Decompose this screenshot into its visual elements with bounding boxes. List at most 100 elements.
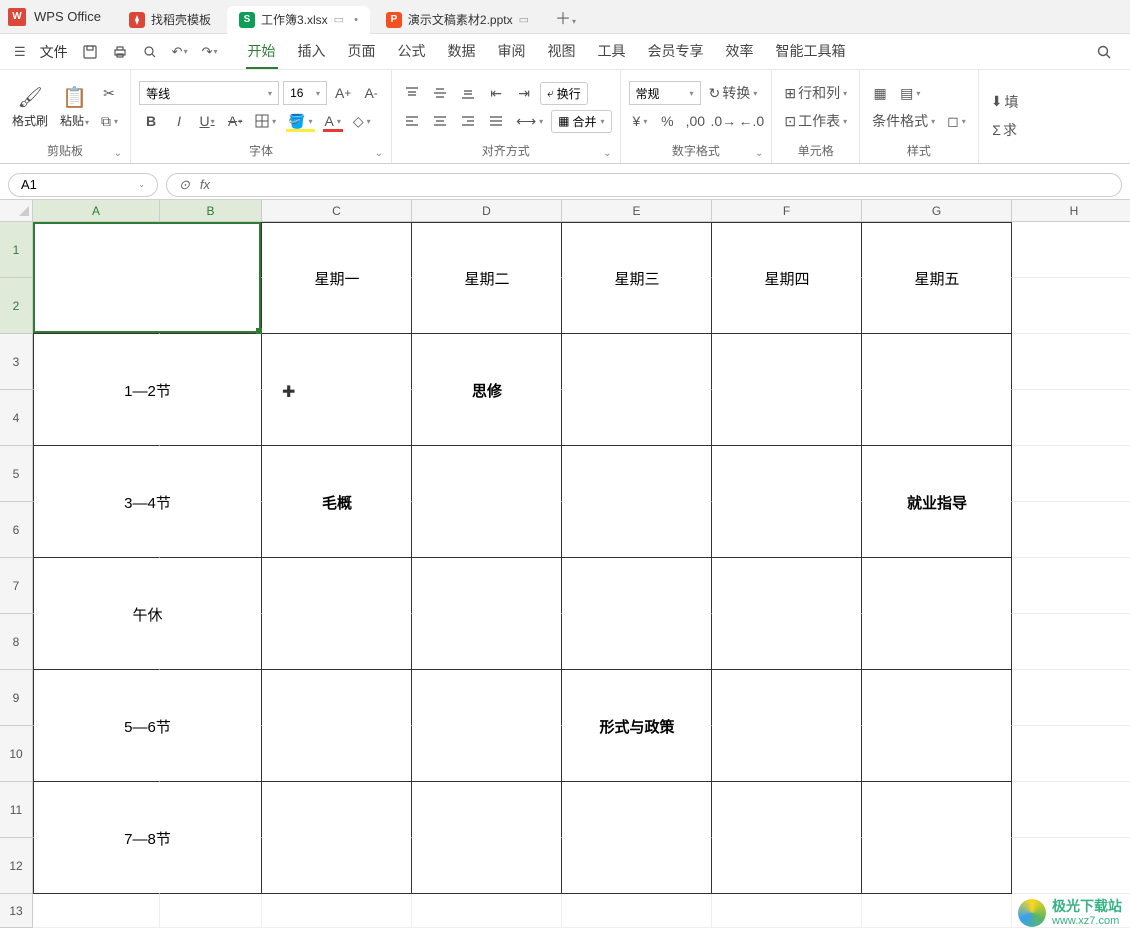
cell[interactable] bbox=[862, 894, 1012, 928]
cell[interactable] bbox=[33, 894, 160, 928]
menu-item-3[interactable]: 公式 bbox=[396, 35, 428, 69]
close-icon[interactable]: • bbox=[354, 14, 358, 26]
cell[interactable] bbox=[1012, 222, 1130, 278]
row-header-6[interactable]: 6 bbox=[0, 502, 33, 558]
convert-button[interactable]: ↻转换▾ bbox=[705, 81, 762, 105]
col-header-E[interactable]: E bbox=[562, 200, 712, 222]
col-header-A[interactable]: A bbox=[33, 200, 160, 222]
cell[interactable] bbox=[33, 334, 160, 390]
row-header-9[interactable]: 9 bbox=[0, 670, 33, 726]
cell[interactable] bbox=[412, 222, 562, 278]
col-header-G[interactable]: G bbox=[862, 200, 1012, 222]
row-header-2[interactable]: 2 bbox=[0, 278, 33, 334]
menu-item-4[interactable]: 数据 bbox=[446, 35, 478, 69]
cell[interactable] bbox=[33, 614, 160, 670]
underline-icon[interactable]: U▾ bbox=[195, 109, 219, 133]
cell[interactable] bbox=[862, 222, 1012, 278]
undo-icon[interactable]: ↶▾ bbox=[166, 40, 194, 64]
cell[interactable] bbox=[1012, 726, 1130, 782]
spreadsheet-grid[interactable]: ABCDEFGH 12345678910111213 星期一星期二星期三星期四星… bbox=[0, 200, 1130, 940]
number-format-select[interactable]: 常规▾ bbox=[629, 81, 701, 105]
cell[interactable] bbox=[862, 670, 1012, 726]
cell[interactable] bbox=[1012, 278, 1130, 334]
expand-icon[interactable]: ⌄ bbox=[375, 148, 383, 159]
menu-item-2[interactable]: 页面 bbox=[346, 35, 378, 69]
cell[interactable] bbox=[712, 558, 862, 614]
align-bottom-icon[interactable] bbox=[456, 81, 480, 105]
cell[interactable] bbox=[262, 894, 412, 928]
cell[interactable] bbox=[712, 334, 862, 390]
cell[interactable] bbox=[412, 390, 562, 446]
menu-item-7[interactable]: 工具 bbox=[596, 35, 628, 69]
cell[interactable] bbox=[562, 670, 712, 726]
preview-icon[interactable] bbox=[136, 40, 164, 64]
cell[interactable] bbox=[412, 502, 562, 558]
cell[interactable] bbox=[262, 726, 412, 782]
expand-icon[interactable]: ⌄ bbox=[114, 148, 122, 159]
row-header-8[interactable]: 8 bbox=[0, 614, 33, 670]
menu-item-1[interactable]: 插入 bbox=[296, 35, 328, 69]
decrease-decimal-icon[interactable]: ←.0 bbox=[739, 109, 763, 133]
cell[interactable] bbox=[712, 670, 862, 726]
bold-icon[interactable]: B bbox=[139, 109, 163, 133]
cell[interactable] bbox=[1012, 390, 1130, 446]
cell[interactable] bbox=[160, 502, 262, 558]
cell[interactable] bbox=[562, 334, 712, 390]
row-header-11[interactable]: 11 bbox=[0, 782, 33, 838]
cell[interactable] bbox=[412, 726, 562, 782]
cell[interactable] bbox=[712, 446, 862, 502]
col-header-C[interactable]: C bbox=[262, 200, 412, 222]
cell[interactable] bbox=[160, 334, 262, 390]
increase-indent-icon[interactable]: ⇥ bbox=[512, 81, 536, 105]
row-header-1[interactable]: 1 bbox=[0, 222, 33, 278]
cell[interactable] bbox=[160, 838, 262, 894]
comma-icon[interactable]: ,00 bbox=[683, 109, 707, 133]
print-icon[interactable] bbox=[106, 40, 134, 64]
cell[interactable] bbox=[562, 838, 712, 894]
table-style-icon[interactable]: ▦ bbox=[868, 81, 892, 105]
decrease-indent-icon[interactable]: ⇤ bbox=[484, 81, 508, 105]
cell-style-icon[interactable]: ▤▾ bbox=[896, 81, 924, 105]
cell[interactable] bbox=[160, 614, 262, 670]
cell[interactable] bbox=[862, 334, 1012, 390]
cell[interactable] bbox=[160, 558, 262, 614]
merge-cells-button[interactable]: ▦合并▾ bbox=[551, 110, 611, 133]
tab-workbook[interactable]: S 工作簿3.xlsx ▭ • bbox=[227, 6, 370, 34]
cell[interactable] bbox=[412, 558, 562, 614]
window-icon[interactable]: ▭ bbox=[519, 13, 529, 26]
conditional-format-button[interactable]: 条件格式▾ bbox=[868, 109, 939, 133]
redo-icon[interactable]: ↷▾ bbox=[196, 40, 224, 64]
cell[interactable] bbox=[1012, 558, 1130, 614]
menu-item-8[interactable]: 会员专享 bbox=[646, 35, 706, 69]
cell[interactable] bbox=[160, 390, 262, 446]
decrease-font-icon[interactable]: A- bbox=[359, 81, 383, 105]
cell[interactable] bbox=[262, 390, 412, 446]
cell[interactable] bbox=[262, 838, 412, 894]
cell[interactable] bbox=[712, 614, 862, 670]
cell[interactable] bbox=[562, 278, 712, 334]
cell[interactable] bbox=[862, 502, 1012, 558]
worksheet-button[interactable]: ⊡ 工作表▾ bbox=[780, 109, 851, 133]
cell[interactable] bbox=[562, 502, 712, 558]
cell[interactable] bbox=[862, 782, 1012, 838]
cell[interactable] bbox=[262, 782, 412, 838]
menu-item-0[interactable]: 开始 bbox=[246, 35, 278, 69]
cell[interactable] bbox=[862, 838, 1012, 894]
align-right-icon[interactable] bbox=[456, 109, 480, 133]
cell[interactable] bbox=[412, 894, 562, 928]
cell[interactable] bbox=[1012, 502, 1130, 558]
cell[interactable] bbox=[712, 782, 862, 838]
cell[interactable] bbox=[33, 278, 160, 334]
cell[interactable] bbox=[562, 558, 712, 614]
search-icon[interactable] bbox=[1086, 44, 1122, 60]
cell[interactable] bbox=[160, 726, 262, 782]
sum-button[interactable]: Σ 求 bbox=[987, 118, 1023, 142]
currency-icon[interactable]: ¥▾ bbox=[629, 109, 652, 133]
copy-icon[interactable]: ⧉▾ bbox=[97, 109, 122, 133]
cell[interactable] bbox=[712, 838, 862, 894]
align-top-icon[interactable] bbox=[400, 81, 424, 105]
cell[interactable] bbox=[1012, 614, 1130, 670]
increase-font-icon[interactable]: A+ bbox=[331, 81, 355, 105]
font-name-select[interactable]: 等线▾ bbox=[139, 81, 279, 105]
cell[interactable] bbox=[712, 390, 862, 446]
